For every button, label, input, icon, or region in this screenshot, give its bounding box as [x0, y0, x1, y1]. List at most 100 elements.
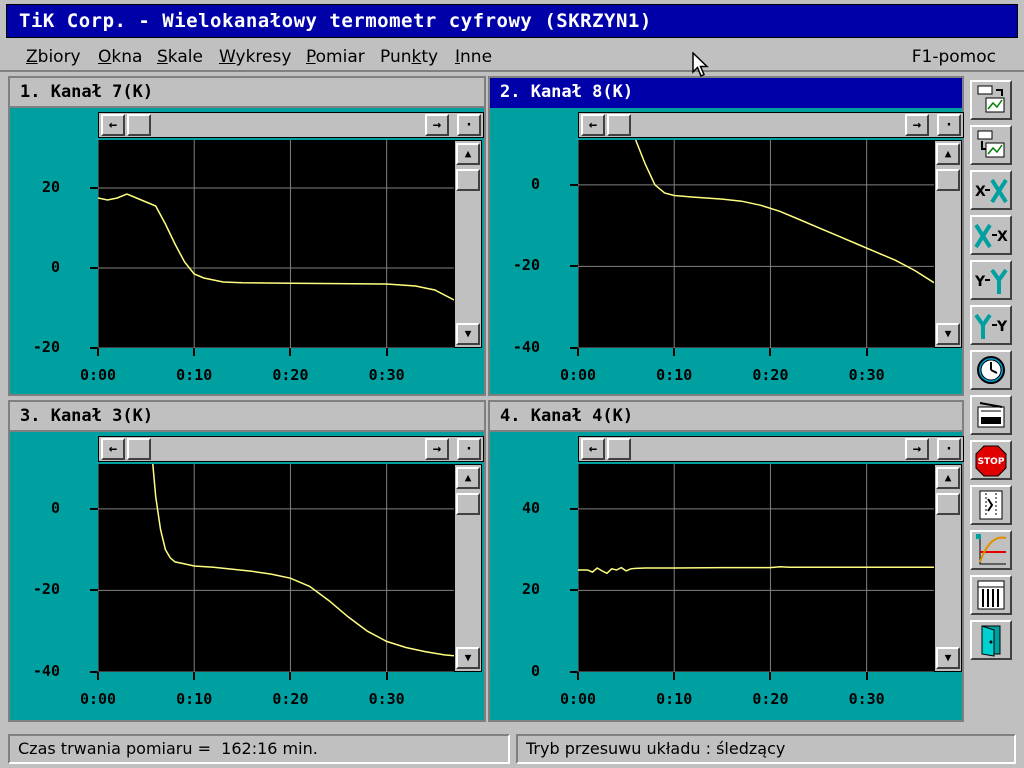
- scroll-left-button[interactable]: ←: [101, 114, 125, 136]
- chart-1-plot[interactable]: [98, 140, 454, 348]
- chart-window-4-title[interactable]: 4. Kanał 4(K): [490, 402, 962, 432]
- chart-window-3-vscrollbar[interactable]: ▲ ▼: [454, 464, 482, 672]
- menu-zbiory[interactable]: Zbiory: [26, 47, 81, 67]
- menu-pomiar[interactable]: Pomiar: [306, 47, 365, 67]
- menu-punkty[interactable]: Punkty: [380, 47, 438, 67]
- x-zoom-in-tool-button[interactable]: X: [970, 170, 1012, 210]
- scroll-thumb-vertical[interactable]: [936, 493, 960, 515]
- chart-4-plot[interactable]: [578, 464, 934, 672]
- scroll-right-button[interactable]: →: [425, 114, 449, 136]
- x-tick-label: 0:00: [79, 690, 117, 708]
- chart-window-2-hscrollbar[interactable]: ← → ·: [578, 112, 964, 138]
- x-tick-label: 0:10: [656, 366, 693, 384]
- scroll-right-button[interactable]: →: [905, 438, 929, 460]
- x-tick-mark: [289, 348, 292, 356]
- chart-3-plot[interactable]: [98, 464, 454, 672]
- scroll-left-button[interactable]: ←: [101, 438, 125, 460]
- x-tick-mark: [193, 672, 196, 680]
- exit-door-icon: [981, 625, 1001, 657]
- x-tick-mark: [673, 348, 676, 356]
- x-tick-mark: [97, 672, 99, 680]
- table-tool-button[interactable]: [970, 575, 1012, 615]
- chart-window-3[interactable]: 3. Kanał 3(K) ← → · ▲ ▼ -40 -20 0 0:00 0:10 0:20 0:3…: [8, 400, 486, 722]
- stop-tool-button[interactable]: STOP: [970, 440, 1012, 480]
- menu-okna[interactable]: Okna: [98, 47, 142, 67]
- mouse-cursor-icon: [692, 52, 709, 78]
- scroll-down-button[interactable]: ▼: [456, 647, 480, 669]
- x-tick-label: 0:20: [272, 366, 309, 384]
- points-icon: [979, 490, 1003, 520]
- scroll-down-button[interactable]: ▼: [936, 323, 960, 345]
- recorder-icon: [977, 402, 1005, 428]
- y-tick-label: 0: [50, 258, 60, 276]
- chart-window-1[interactable]: 1. Kanał 7(K) ← → · ▲ ▼ -20 0 20 0:00 0:10 0:20 0:30: [8, 76, 486, 396]
- chart-window-3-hscrollbar[interactable]: ← → ·: [98, 436, 484, 462]
- title-bar-inner: TiK Corp. - Wielokanałowy termometr cyfr…: [6, 4, 1018, 38]
- status-duration: Czas trwania pomiaru = 162:16 min.: [8, 734, 510, 764]
- chart-window-1-title[interactable]: 1. Kanał 7(K): [10, 78, 484, 108]
- scroll-thumb-vertical[interactable]: [936, 169, 960, 191]
- menu-bar: Zbiory Okna Skale Wykresy Pomiar Punkty …: [0, 42, 1024, 72]
- exit-door-tool-button[interactable]: [970, 620, 1012, 660]
- scroll-down-button[interactable]: ▼: [936, 647, 960, 669]
- chart-2-plot[interactable]: [578, 140, 934, 348]
- chart-window-1-hscrollbar[interactable]: ← → ·: [98, 112, 484, 138]
- menu-skale[interactable]: Skale: [157, 47, 203, 67]
- x-tick-mark: [289, 672, 292, 680]
- scroll-thumb-vertical[interactable]: [456, 493, 480, 515]
- chart-window-1-vscrollbar[interactable]: ▲ ▼: [454, 140, 482, 348]
- x-tick-label: 0:10: [176, 366, 213, 384]
- menu-wykresy[interactable]: Wykresy: [219, 47, 291, 67]
- scroll-thumb-horizontal[interactable]: [127, 438, 151, 460]
- load-chart-tool-button[interactable]: [970, 80, 1012, 120]
- y-tick-label: -20: [32, 338, 60, 356]
- y-zoom-in-tool-button[interactable]: Y: [970, 260, 1012, 300]
- chart-window-2[interactable]: 2. Kanał 8(K) ← → · ▲ ▼ -40 -20 0 0:00 0:10 0:20 0:3…: [488, 76, 964, 396]
- scroll-thumb-vertical[interactable]: [456, 169, 480, 191]
- x-tick-label: 0:20: [752, 690, 789, 708]
- chart-window-3-title[interactable]: 3. Kanał 3(K): [10, 402, 484, 432]
- chart-window-4-hscrollbar[interactable]: ← → ·: [578, 436, 964, 462]
- scroll-thumb-horizontal[interactable]: [607, 114, 631, 136]
- clock-icon: [977, 356, 1005, 384]
- y-zoom-out-tool-button[interactable]: Y: [970, 305, 1012, 345]
- chart-window-4-vscrollbar[interactable]: ▲ ▼: [934, 464, 962, 672]
- scroll-corner-button[interactable]: ·: [457, 438, 481, 460]
- clock-tool-button[interactable]: [970, 350, 1012, 390]
- scroll-down-button[interactable]: ▼: [456, 323, 480, 345]
- points-tool-button[interactable]: [970, 485, 1012, 525]
- scroll-left-button[interactable]: ←: [581, 438, 605, 460]
- recorder-tool-button[interactable]: [970, 395, 1012, 435]
- scroll-thumb-horizontal[interactable]: [607, 438, 631, 460]
- y-tick-label: 0: [530, 662, 540, 680]
- scroll-up-button[interactable]: ▲: [456, 467, 480, 489]
- table-icon: [977, 580, 1005, 610]
- stop-icon: STOP: [975, 445, 1007, 477]
- chart-scale-tool-button[interactable]: [970, 530, 1012, 570]
- y-tick-label: 20: [41, 178, 60, 196]
- menu-inne[interactable]: Inne: [455, 47, 492, 67]
- scroll-left-button[interactable]: ←: [581, 114, 605, 136]
- x-tick-mark: [865, 348, 868, 356]
- x-tick-mark: [769, 672, 772, 680]
- scroll-right-button[interactable]: →: [425, 438, 449, 460]
- x-tick-label: 0:30: [368, 366, 405, 384]
- x-tick-mark: [193, 348, 196, 356]
- scroll-corner-button[interactable]: ·: [457, 114, 481, 136]
- save-chart-tool-button[interactable]: [970, 125, 1012, 165]
- y-tick-mark: [570, 183, 578, 186]
- x-zoom-out-tool-button[interactable]: X: [970, 215, 1012, 255]
- x-zoom-out-icon: X: [974, 223, 1008, 249]
- chart-window-2-vscrollbar[interactable]: ▲ ▼: [934, 140, 962, 348]
- scroll-up-button[interactable]: ▲: [456, 143, 480, 165]
- scroll-up-button[interactable]: ▲: [936, 143, 960, 165]
- y-tick-mark: [570, 265, 578, 268]
- chart-window-2-title[interactable]: 2. Kanał 8(K): [490, 78, 962, 108]
- scroll-right-button[interactable]: →: [905, 114, 929, 136]
- scroll-thumb-horizontal[interactable]: [127, 114, 151, 136]
- scroll-up-button[interactable]: ▲: [936, 467, 960, 489]
- scroll-corner-button[interactable]: ·: [937, 114, 961, 136]
- chart-window-4[interactable]: 4. Kanał 4(K) ← → · ▲ ▼ 0 20 40 0:00 0:10 0:20 0:30: [488, 400, 964, 722]
- y-tick-mark: [90, 507, 98, 510]
- scroll-corner-button[interactable]: ·: [937, 438, 961, 460]
